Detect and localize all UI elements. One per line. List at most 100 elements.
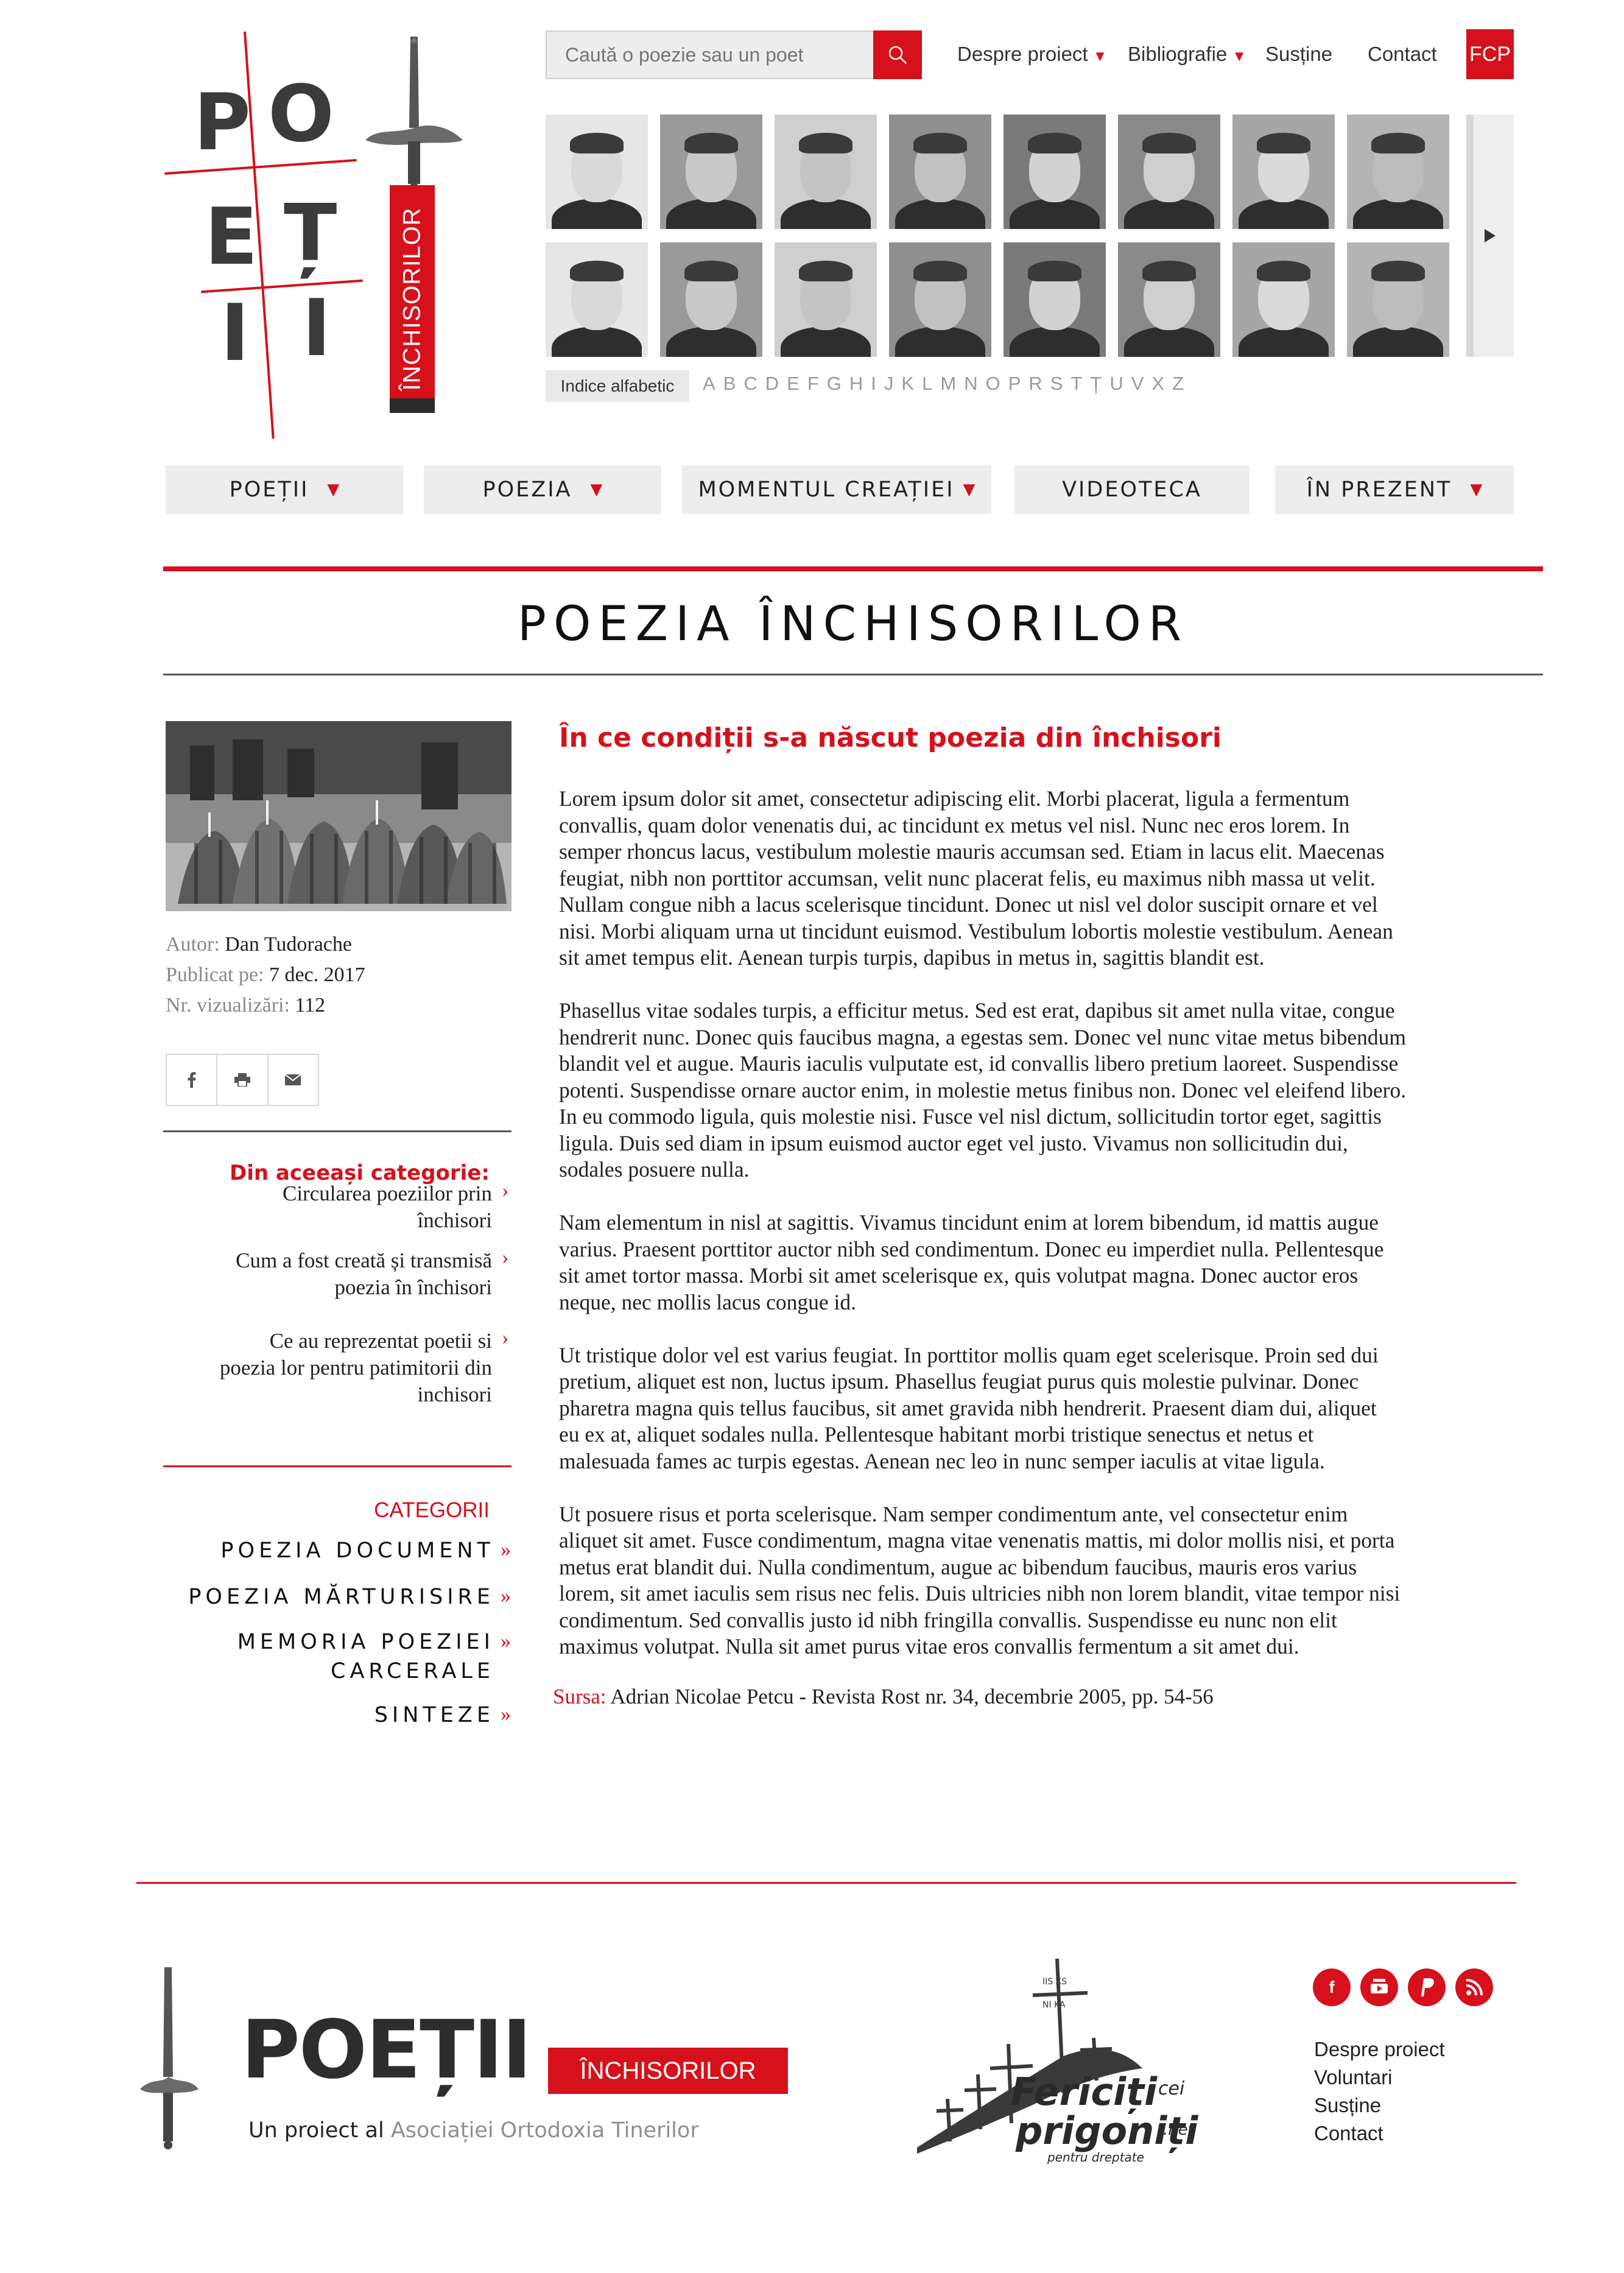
article-line: lorem, sit amet iaculis sem risus nec fe… bbox=[559, 1581, 1401, 1605]
category-link[interactable]: SINTEZE bbox=[166, 1700, 494, 1730]
topnav-sustine[interactable]: Susține bbox=[1265, 43, 1332, 66]
share-facebook-button[interactable] bbox=[167, 1055, 218, 1105]
topnav-contact[interactable]: Contact bbox=[1368, 43, 1437, 66]
related-link[interactable]: Cum a fost creată și transmisă poezia în … bbox=[166, 1247, 492, 1301]
search-input[interactable] bbox=[547, 32, 874, 78]
alphabet-letter[interactable]: X bbox=[1151, 373, 1164, 394]
logo-ribbon-base bbox=[390, 398, 435, 413]
poet-portrait[interactable] bbox=[889, 115, 991, 229]
poet-portrait[interactable] bbox=[660, 115, 762, 229]
alphabet-letter[interactable]: Ț bbox=[1090, 373, 1102, 394]
portrait-shoulders bbox=[1124, 199, 1214, 229]
nav-in-prezent[interactable]: ÎN PREZENT ▼ bbox=[1275, 465, 1514, 514]
rss-icon[interactable] bbox=[1455, 1968, 1493, 2006]
poet-portrait[interactable] bbox=[546, 115, 648, 229]
alphabet-letter[interactable]: C bbox=[743, 373, 757, 394]
alphabet-letter[interactable]: K bbox=[901, 373, 914, 394]
share-print-button[interactable] bbox=[217, 1055, 269, 1105]
alphabet-letter[interactable]: D bbox=[765, 373, 779, 394]
nav-poezia[interactable]: POEZIA ▼ bbox=[424, 465, 661, 514]
poet-portrait[interactable] bbox=[1118, 242, 1220, 357]
chevron-right-icon: › bbox=[502, 1179, 509, 1202]
print-icon bbox=[234, 1073, 250, 1087]
poet-portrait[interactable] bbox=[1004, 242, 1106, 357]
portrait-hair bbox=[1142, 133, 1196, 153]
nav-momentul-creatiei[interactable]: MOMENTUL CREAȚIEI ▼ bbox=[682, 465, 991, 514]
sidebar-divider-red bbox=[163, 1465, 511, 1467]
poet-portrait[interactable] bbox=[1347, 115, 1449, 229]
poet-portrait[interactable] bbox=[1232, 242, 1335, 357]
alphabet-letter[interactable]: O bbox=[986, 373, 1000, 394]
topnav-bibliografie[interactable]: Bibliografie ▼ bbox=[1128, 43, 1246, 66]
footer-link-despre-proiect[interactable]: Despre proiect bbox=[1314, 2038, 1445, 2061]
meta-author-label: Autor: bbox=[166, 933, 220, 956]
dropdown-caret-icon: ▼ bbox=[1232, 48, 1247, 65]
alphabet-letter[interactable]: T bbox=[1070, 373, 1082, 394]
footer-link-sustine[interactable]: Susține bbox=[1314, 2094, 1381, 2117]
footer-divider bbox=[136, 1882, 1516, 1884]
paypal-icon[interactable] bbox=[1408, 1968, 1446, 2006]
article-body: Lorem ipsum dolor sit amet, consectetur … bbox=[559, 786, 1542, 1686]
related-link-line: Cum a fost creată și transmisă bbox=[236, 1249, 492, 1272]
double-chevron-right-icon: » bbox=[501, 1585, 511, 1607]
meta-published-label: Publicat pe: bbox=[166, 964, 264, 986]
category-link[interactable]: POEZIA DOCUMENT bbox=[166, 1536, 494, 1565]
alphabet-letter[interactable]: N bbox=[964, 373, 977, 394]
portrait-shoulders bbox=[1239, 326, 1329, 357]
topnav-despre-proiect[interactable]: Despre proiect ▼ bbox=[957, 43, 1107, 66]
prisoners-photo bbox=[166, 721, 511, 911]
alphabet-letter[interactable]: R bbox=[1028, 373, 1042, 394]
alphabet-letter[interactable]: P bbox=[1008, 373, 1021, 394]
alphabet-letter[interactable]: S bbox=[1050, 373, 1063, 394]
alphabet-letter[interactable]: M bbox=[940, 373, 956, 394]
portrait-shoulders bbox=[552, 326, 642, 357]
alphabet-letter[interactable]: L bbox=[922, 373, 932, 394]
alphabet-letter[interactable]: I bbox=[871, 373, 876, 394]
alphabet-letter[interactable]: H bbox=[849, 373, 863, 394]
logo-ribbon-text: ÎNCHISORILOR bbox=[398, 207, 426, 391]
search-button[interactable] bbox=[873, 30, 922, 79]
alphabet-letter[interactable]: V bbox=[1131, 373, 1144, 394]
article-line: pharetra magna quis tellus faucibus, sit… bbox=[559, 1395, 1377, 1420]
poet-portrait[interactable] bbox=[1004, 115, 1106, 229]
category-link[interactable]: MEMORIA POEZIEI CARCERALE bbox=[166, 1627, 494, 1686]
article-line: condimentum. Sed convallis justo id nibh… bbox=[559, 1607, 1337, 1632]
related-link[interactable]: Circularea poeziilor prin închisori bbox=[166, 1180, 492, 1234]
share-email-button[interactable] bbox=[269, 1055, 318, 1105]
alphabet-letter[interactable]: G bbox=[827, 373, 842, 394]
alphabet-letter[interactable]: F bbox=[807, 373, 819, 394]
poet-portrait[interactable] bbox=[775, 115, 877, 229]
alphabet-letter[interactable]: E bbox=[787, 373, 800, 394]
alphabet-letter[interactable]: U bbox=[1109, 373, 1123, 394]
nav-videoteca[interactable]: VIDEOTECA bbox=[1014, 465, 1250, 514]
footer-link-contact[interactable]: Contact bbox=[1314, 2122, 1383, 2145]
poet-portrait[interactable] bbox=[889, 242, 991, 357]
alphabet-letter[interactable]: B bbox=[723, 373, 736, 394]
article-line: feugiat, nibh non porttitor accumsan, ve… bbox=[559, 865, 1376, 890]
footer-project-org[interactable]: Asociației Ortodoxia Tinerilor bbox=[391, 2118, 699, 2143]
portrait-shoulders bbox=[1353, 326, 1443, 357]
poet-portrait[interactable] bbox=[1118, 115, 1220, 229]
poet-portrait[interactable] bbox=[1347, 242, 1449, 357]
chevron-right-icon: › bbox=[502, 1327, 509, 1349]
footer-link-voluntari[interactable]: Voluntari bbox=[1314, 2066, 1392, 2089]
nav-poetii[interactable]: POEȚII ▼ bbox=[166, 465, 403, 514]
poet-portrait[interactable] bbox=[660, 242, 762, 357]
page-title: POEZIA ÎNCHISORILOR bbox=[517, 597, 1189, 652]
portrait-hair bbox=[1028, 261, 1081, 281]
facebook-icon[interactable]: f bbox=[1313, 1968, 1351, 2006]
youtube-icon[interactable] bbox=[1360, 1968, 1398, 2006]
alphabet-letter[interactable]: A bbox=[703, 373, 715, 394]
related-link[interactable]: Ce au reprezentat poetii si poezia lor pe… bbox=[166, 1328, 492, 1408]
poet-portrait[interactable] bbox=[546, 242, 648, 357]
dropdown-caret-icon: ▼ bbox=[1470, 481, 1483, 499]
dagger-icon bbox=[140, 1967, 199, 2149]
category-link[interactable]: POEZIA MĂRTURISIRE bbox=[166, 1582, 494, 1612]
portrait-next-button[interactable] bbox=[1466, 115, 1514, 357]
poet-portrait[interactable] bbox=[1232, 115, 1335, 229]
alphabet-letter[interactable]: Z bbox=[1172, 373, 1184, 394]
fcp-button[interactable]: FCP bbox=[1466, 29, 1514, 79]
alphabet-letter[interactable]: J bbox=[884, 373, 894, 394]
poet-portrait[interactable] bbox=[775, 242, 877, 357]
portrait-hair bbox=[799, 261, 852, 281]
